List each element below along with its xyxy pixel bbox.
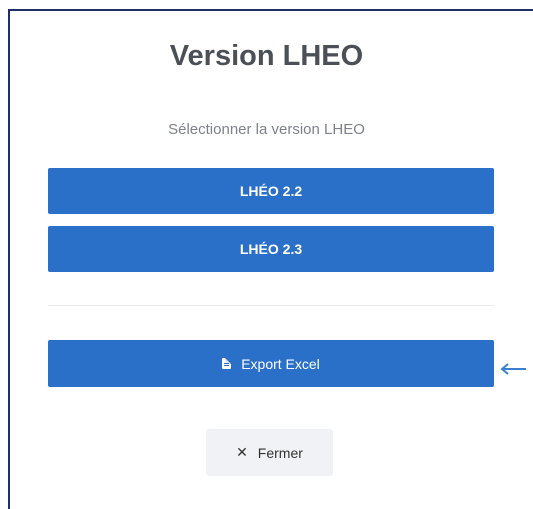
modal-subtitle: Sélectionner la version LHEO [168, 121, 365, 138]
left-arrow-icon [500, 363, 526, 375]
file-excel-icon [222, 358, 232, 369]
divider [48, 305, 494, 306]
close-label: Fermer [257, 444, 303, 461]
lheo-2-2-label: LHÉO 2.2 [239, 183, 303, 199]
modal-title: Version LHEO [169, 40, 364, 72]
close-button[interactable]: ✕ Fermer [206, 429, 333, 476]
lheo-2-2-button[interactable]: LHÉO 2.2 [48, 168, 494, 214]
modal-frame: Version LHEO Sélectionner la version LHE… [0, 0, 533, 509]
close-icon: ✕ [236, 444, 248, 460]
lheo-2-3-label: LHÉO 2.3 [239, 241, 303, 257]
export-excel-label: Export Excel [241, 355, 320, 372]
lheo-2-3-button[interactable]: LHÉO 2.3 [48, 226, 494, 272]
frame-border-left [8, 9, 10, 509]
frame-border-top [8, 9, 533, 11]
export-excel-button[interactable]: Export Excel [48, 340, 494, 387]
